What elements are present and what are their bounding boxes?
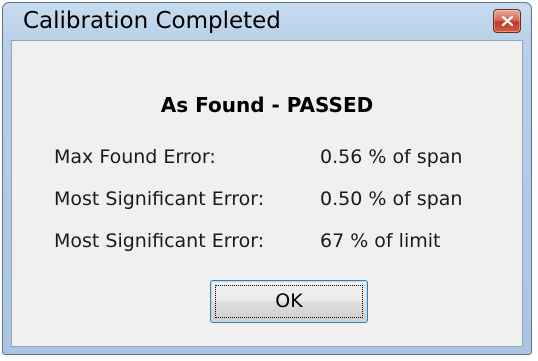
dialog-window: Calibration Completed As Found - PASSED … xyxy=(2,2,532,355)
title-bar[interactable]: Calibration Completed xyxy=(3,3,531,39)
result-value: 0.50 % of span xyxy=(320,188,463,210)
window-title: Calibration Completed xyxy=(23,8,281,34)
result-heading: As Found - PASSED xyxy=(160,93,374,117)
close-icon xyxy=(502,16,513,26)
result-value: 67 % of limit xyxy=(320,230,441,252)
result-value: 0.56 % of span xyxy=(320,146,463,168)
result-label: Max Found Error: xyxy=(54,146,216,168)
result-label: Most Significant Error: xyxy=(54,188,265,210)
ok-button-label: OK xyxy=(275,290,303,312)
result-label: Most Significant Error: xyxy=(54,230,265,252)
dialog-content: As Found - PASSED Max Found Error: 0.56 … xyxy=(11,40,523,347)
ok-button[interactable]: OK xyxy=(210,280,368,323)
close-button[interactable] xyxy=(493,9,521,33)
